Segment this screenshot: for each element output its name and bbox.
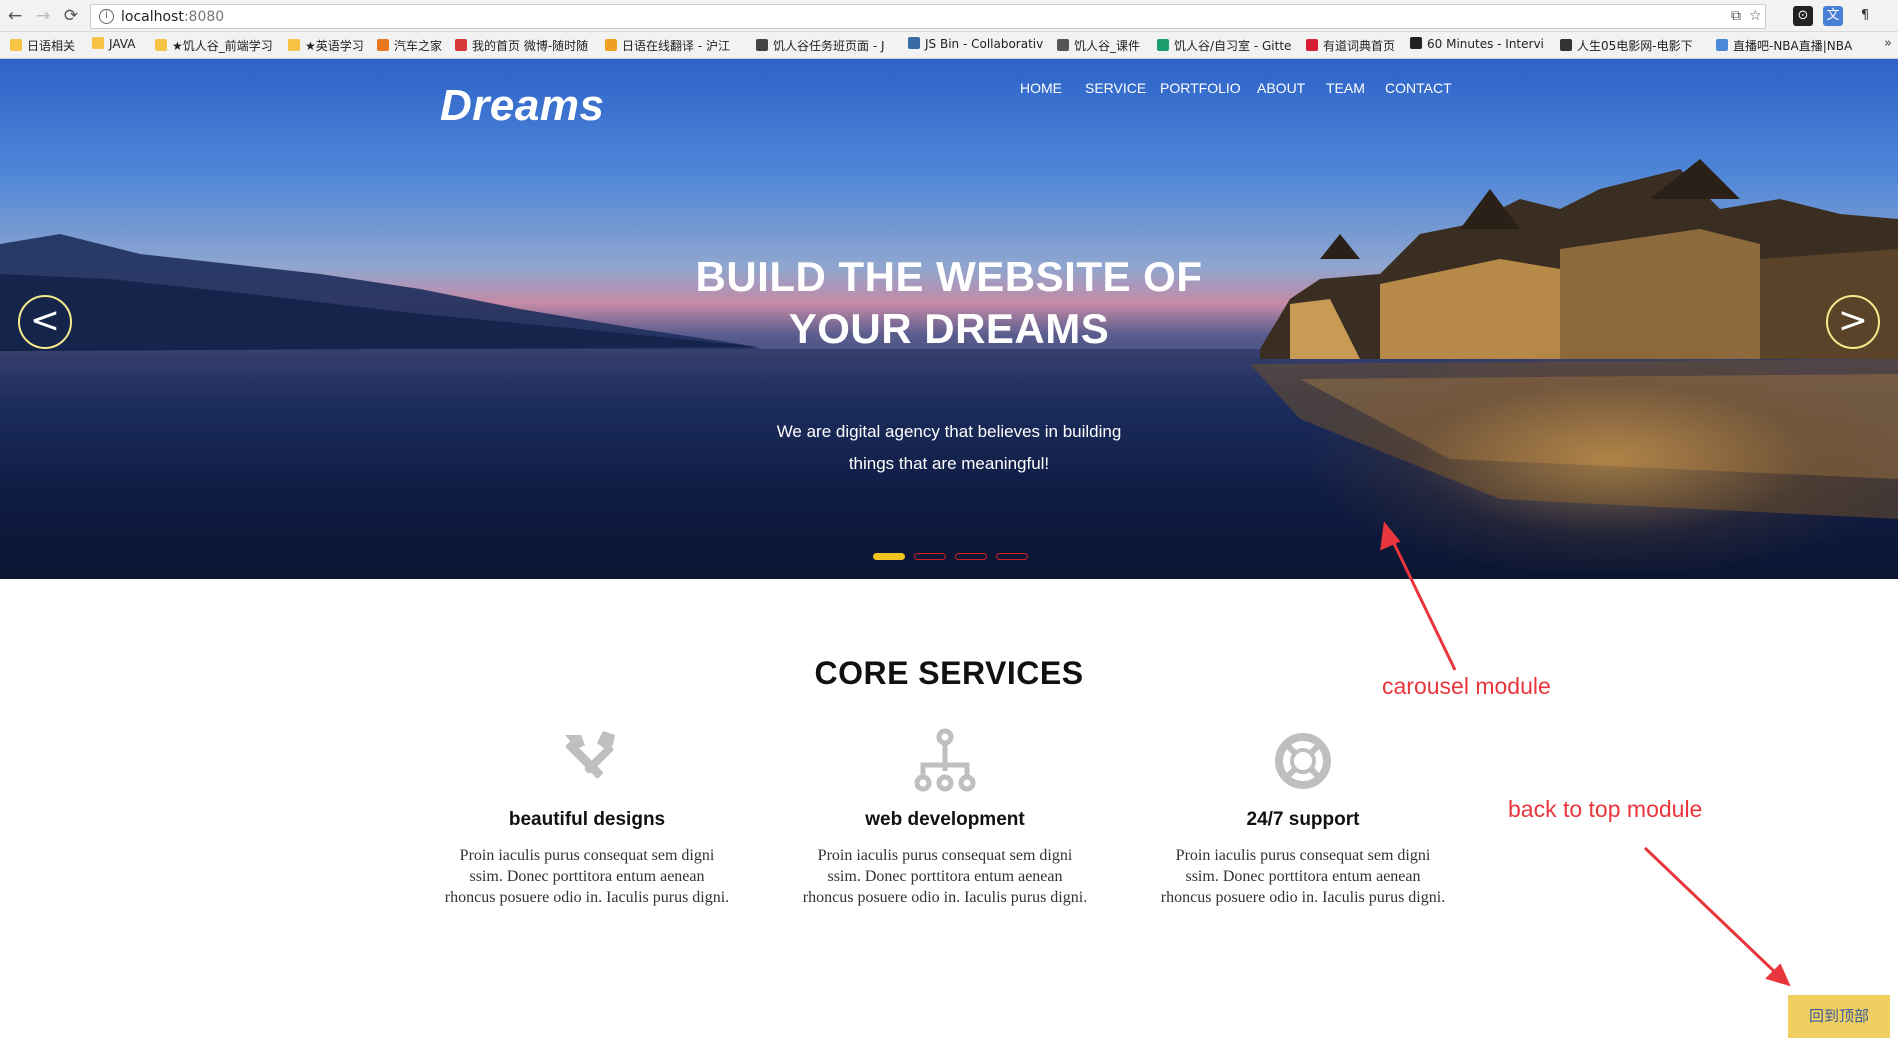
url-host: localhost xyxy=(121,9,184,25)
url-port: :8080 xyxy=(183,9,225,25)
bookmark-item[interactable]: 我的首页 微博-随时随 xyxy=(455,37,595,55)
nav-team[interactable]: TEAM xyxy=(1326,80,1365,96)
carousel-next-button[interactable]: > xyxy=(1826,295,1880,349)
bookmark-item[interactable]: 饥人谷任务班页面 - J xyxy=(756,37,896,55)
hero-title: BUILD THE WEBSITE OF YOUR DREAMS xyxy=(549,251,1349,355)
translate-page-icon[interactable]: ⧉ xyxy=(1731,8,1741,24)
bookmark-label: 日语相关 xyxy=(27,39,76,53)
annotation-carousel-label: carousel module xyxy=(1382,673,1551,699)
carousel-prev-button[interactable]: < xyxy=(18,295,72,349)
service-card: beautiful designs Proin iaculis purus co… xyxy=(444,725,730,908)
carousel-indicator[interactable] xyxy=(873,553,905,560)
forward-arrow-icon[interactable]: → xyxy=(32,5,54,27)
bookmark-label: JAVA xyxy=(109,37,136,51)
bookmark-label: 汽车之家 xyxy=(394,39,443,53)
bookmark-item[interactable]: 直播吧-NBA直播|NBA xyxy=(1716,37,1866,55)
services-title: CORE SERVICES xyxy=(814,655,1084,691)
hero-title-line-2: YOUR DREAMS xyxy=(788,305,1110,352)
bookmark-favicon-icon xyxy=(1306,39,1318,51)
bookmark-label: JS Bin - Collaborativ xyxy=(925,37,1044,51)
bookmark-item[interactable]: 人生05电影网-电影下 xyxy=(1560,37,1705,55)
site-logo[interactable]: Dreams xyxy=(440,81,604,131)
nav-about[interactable]: ABOUT xyxy=(1257,80,1305,96)
bookmark-favicon-icon xyxy=(1716,39,1728,51)
bookmark-label: 日语在线翻译 - 沪江 xyxy=(622,39,730,53)
lifebuoy-icon xyxy=(1275,733,1331,789)
bookmark-item[interactable]: 汽车之家 xyxy=(377,37,447,55)
service-description: Proin iaculis purus consequat sem digni … xyxy=(1160,847,1446,906)
bookmark-star-icon[interactable]: ☆ xyxy=(1749,8,1762,24)
nav-service[interactable]: SERVICE xyxy=(1085,80,1146,96)
bookmark-label: 人生05电影网-电影下 xyxy=(1577,39,1693,53)
bookmark-item[interactable]: 饥人谷/自习室 - Gitte xyxy=(1157,37,1297,55)
bookmark-item[interactable]: ★英语学习 xyxy=(288,37,368,55)
nav-home[interactable]: HOME xyxy=(1020,80,1062,96)
service-title: beautiful designs xyxy=(508,809,666,830)
bookmark-favicon-icon xyxy=(908,37,920,49)
bookmark-favicon-icon xyxy=(1410,37,1422,49)
address-url: localhost:8080 xyxy=(121,9,224,25)
bookmark-favicon-icon xyxy=(155,39,167,51)
nav-contact[interactable]: CONTACT xyxy=(1385,80,1452,96)
bookmark-label: 饥人谷_课件 xyxy=(1074,39,1141,53)
reload-icon[interactable]: ⟳ xyxy=(60,5,82,27)
hero-title-line-1: BUILD THE WEBSITE OF xyxy=(695,253,1203,300)
service-card: web development Proin iaculis purus cons… xyxy=(802,725,1088,908)
bookmark-item[interactable]: 日语相关 xyxy=(10,37,82,55)
bookmark-item[interactable]: 有道词典首页 xyxy=(1306,37,1402,55)
hero-subtitle: We are digital agency that believes in b… xyxy=(749,416,1149,480)
bookmark-label: 直播吧-NBA直播|NBA xyxy=(1733,39,1853,53)
bookmark-favicon-icon xyxy=(605,39,617,51)
bookmarks-bar: » 日语相关 JAVA ★饥人谷_前端学习 ★英语学习 汽车之家 我的首页 微博-随时随 日… xyxy=(0,32,1898,59)
carousel-indicator[interactable] xyxy=(955,553,987,560)
annotation-back-to-top-label: back to top module xyxy=(1508,796,1703,822)
bookmark-favicon-icon xyxy=(1057,39,1069,51)
bookmark-label: 我的首页 微博-随时随 xyxy=(472,39,589,53)
bookmark-favicon-icon xyxy=(10,39,22,51)
bookmark-favicon-icon xyxy=(756,39,768,51)
tools-icon xyxy=(565,731,615,779)
bookmark-label: ★英语学习 xyxy=(305,39,364,53)
bookmark-favicon-icon xyxy=(377,39,389,51)
carousel-indicator[interactable] xyxy=(914,553,946,560)
service-title: web development xyxy=(865,809,1025,830)
castle-light-reflection xyxy=(1300,339,1898,579)
back-to-top-button[interactable]: 回到顶部 xyxy=(1788,995,1890,1038)
bookmark-item[interactable]: 日语在线翻译 - 沪江 xyxy=(605,37,745,55)
bookmark-item[interactable]: 饥人谷_课件 xyxy=(1057,37,1147,55)
bookmark-label: 饥人谷任务班页面 - J xyxy=(773,39,885,53)
info-icon[interactable]: i xyxy=(99,9,114,24)
bookmark-label: 有道词典首页 xyxy=(1323,39,1396,53)
bookmark-favicon-icon xyxy=(288,39,300,51)
carousel-indicator[interactable] xyxy=(996,553,1028,560)
browser-toolbar: ← → ⟳ i localhost:8080 ⧉ ☆ ⊙ 文 ¶ xyxy=(0,0,1898,32)
bookmark-item[interactable]: JAVA xyxy=(92,37,147,55)
bookmark-favicon-icon xyxy=(92,37,104,49)
service-description: Proin iaculis purus consequat sem digni … xyxy=(444,847,730,906)
bookmark-item[interactable]: ★饥人谷_前端学习 xyxy=(155,37,280,55)
bookmark-item[interactable]: JS Bin - Collaborativ xyxy=(908,37,1048,55)
bookmarks-more-icon[interactable]: » xyxy=(1884,36,1892,51)
bookmark-favicon-icon xyxy=(1560,39,1572,51)
bookmark-favicon-icon xyxy=(1157,39,1169,51)
hero-subtitle-line-1: We are digital agency that believes in b… xyxy=(776,422,1122,441)
bookmark-item[interactable]: 60 Minutes - Intervi xyxy=(1410,37,1550,55)
hero-subtitle-line-2: things that are meaningful! xyxy=(848,454,1050,473)
bookmark-label: ★饥人谷_前端学习 xyxy=(172,39,273,53)
address-bar[interactable]: i localhost:8080 ⧉ ☆ xyxy=(90,4,1766,29)
paragraph-extension-icon[interactable]: ¶ xyxy=(1855,6,1875,26)
incognito-extension-icon[interactable]: ⊙ xyxy=(1793,6,1813,26)
service-description: Proin iaculis purus consequat sem digni … xyxy=(802,847,1088,906)
bookmark-label: 60 Minutes - Intervi xyxy=(1427,37,1544,51)
back-arrow-icon[interactable]: ← xyxy=(4,5,26,27)
service-title: 24/7 support xyxy=(1246,809,1360,830)
bookmark-label: 饥人谷/自习室 - Gitte xyxy=(1174,39,1292,53)
hero-carousel: Dreams HOME SERVICE PORTFOLIO ABOUT TEAM… xyxy=(0,59,1898,579)
nav-portfolio[interactable]: PORTFOLIO xyxy=(1160,80,1241,96)
translate-extension-icon[interactable]: 文 xyxy=(1823,6,1843,26)
sitemap-icon xyxy=(914,728,976,792)
service-card: 24/7 support Proin iaculis purus consequ… xyxy=(1160,725,1446,908)
bookmark-favicon-icon xyxy=(455,39,467,51)
